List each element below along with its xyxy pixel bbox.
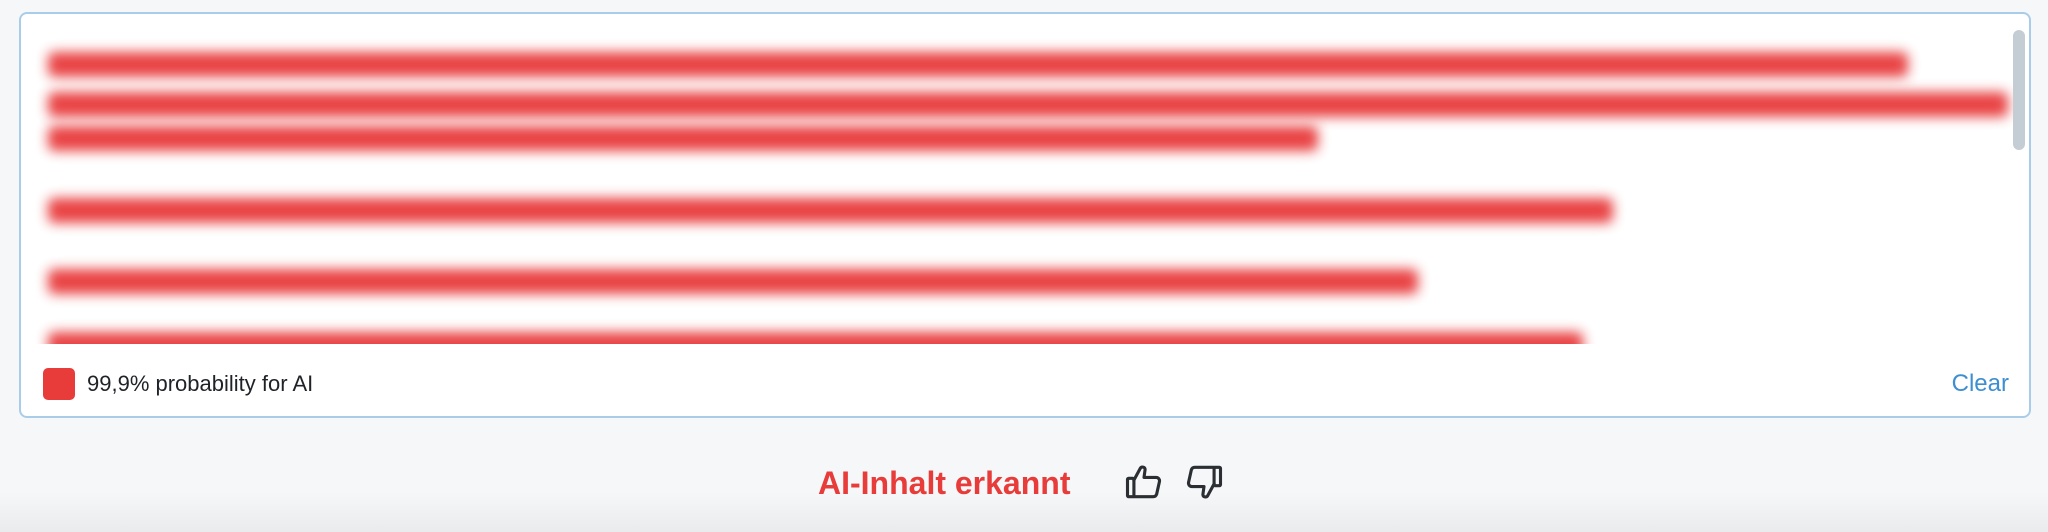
text-area-scrollbar[interactable] xyxy=(2013,30,2025,340)
ai-content-detected-label: AI-Inhalt erkannt xyxy=(818,465,1071,501)
thumbs-up-icon xyxy=(1125,465,1162,499)
scrollbar-thumb[interactable] xyxy=(2013,30,2025,150)
thumbs-down-button[interactable] xyxy=(1182,460,1226,504)
detector-card: 99,9% probability for AI Clear xyxy=(19,12,2031,418)
blurred-text-line xyxy=(48,198,1613,223)
blurred-text-line xyxy=(48,92,2008,117)
blurred-text-line xyxy=(48,332,1583,344)
clear-button[interactable]: Clear xyxy=(1952,370,2009,398)
analyzed-text-area[interactable] xyxy=(21,14,2015,344)
blurred-text-line xyxy=(48,126,1318,151)
ai-probability-indicator xyxy=(43,368,75,400)
thumbs-up-button[interactable] xyxy=(1122,460,1166,504)
blurred-text-line xyxy=(48,52,1908,77)
blurred-text-line xyxy=(48,269,1418,294)
thumbs-down-icon xyxy=(1186,465,1223,499)
result-row: AI-Inhalt erkannt xyxy=(0,458,2048,508)
detector-footer: 99,9% probability for AI Clear xyxy=(21,364,2029,404)
ai-probability-text: 99,9% probability for AI xyxy=(87,371,314,396)
